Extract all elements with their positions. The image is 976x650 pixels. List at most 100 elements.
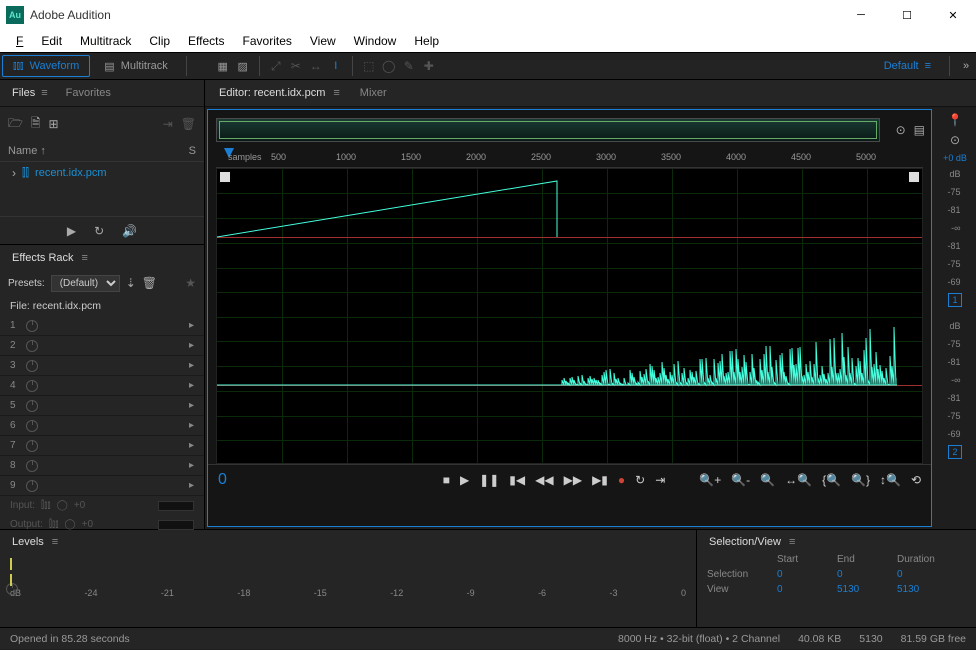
slot-power-icon[interactable] xyxy=(26,360,38,372)
preview-play-icon[interactable]: ▶ xyxy=(67,224,76,238)
tab-files[interactable]: Files≡ xyxy=(12,87,48,99)
view-start[interactable]: 0 xyxy=(777,584,837,595)
maximize-button[interactable]: ☐ xyxy=(884,0,930,30)
fx-slot-6[interactable]: 6▸ xyxy=(0,416,204,436)
multitrack-mode-button[interactable]: ▤ Multitrack xyxy=(94,55,177,77)
forward-button[interactable]: ▶▶ xyxy=(564,473,582,487)
time-select-tool-icon[interactable]: I xyxy=(326,56,346,76)
zoom-full-icon[interactable]: 🔍 xyxy=(760,473,775,487)
pause-button[interactable]: ❚❚ xyxy=(479,473,499,487)
rewind-button[interactable]: ◀◀ xyxy=(535,473,553,487)
record-button[interactable]: ● xyxy=(618,473,625,487)
menu-clip[interactable]: Clip xyxy=(141,32,178,50)
import-icon[interactable]: 🗎 xyxy=(31,114,41,135)
delete-preset-icon[interactable]: 🗑 xyxy=(142,276,157,290)
file-row[interactable]: › ⫿⫿ recent.idx.pcm xyxy=(0,162,204,184)
slot-power-icon[interactable] xyxy=(26,340,38,352)
razor-tool-icon[interactable]: ✂ xyxy=(286,56,306,76)
waveform-mode-button[interactable]: ⫾⫾⫾ Waveform xyxy=(2,55,90,77)
trash-icon[interactable]: 🗑 xyxy=(181,117,196,131)
play-button[interactable]: ▶ xyxy=(460,473,469,487)
menu-view[interactable]: View xyxy=(302,32,344,50)
file-list-header[interactable]: Name ↑ S xyxy=(0,141,204,162)
zoom-out-point-icon[interactable]: 🔍} xyxy=(851,473,870,487)
new-asset-icon[interactable]: ⊞ xyxy=(49,117,59,131)
right-column: Editor: recent.idx.pcm≡ Mixer ⊙ ▤ sample… xyxy=(205,80,976,529)
zoom-in-point-icon[interactable]: {🔍 xyxy=(822,473,841,487)
overview-bar[interactable] xyxy=(216,118,880,142)
slot-power-icon[interactable] xyxy=(26,320,38,332)
spectral-freq-icon[interactable]: ▦ xyxy=(213,56,233,76)
save-preset-icon[interactable]: ⇣ xyxy=(126,276,136,290)
tab-mixer[interactable]: Mixer xyxy=(360,87,387,99)
lasso-tool-icon[interactable]: ◯ xyxy=(379,56,399,76)
minimize-button[interactable]: ─ xyxy=(838,0,884,30)
tab-favorites[interactable]: Favorites xyxy=(66,87,111,99)
skip-fwd-button[interactable]: ▶▮ xyxy=(592,473,608,487)
pin-icon[interactable]: 📍 xyxy=(948,113,963,127)
channel-2-badge[interactable]: 2 xyxy=(948,445,962,459)
insert-icon[interactable]: ⇥ xyxy=(163,117,173,131)
fx-slot-1[interactable]: 1▸ xyxy=(0,316,204,336)
output-knob-icon[interactable]: ◯ xyxy=(64,519,75,530)
preview-autoplay-icon[interactable]: 🔊 xyxy=(122,224,137,238)
loop-button[interactable]: ↻ xyxy=(635,473,645,487)
stop-button[interactable]: ■ xyxy=(443,473,450,487)
menu-edit[interactable]: Edit xyxy=(33,32,70,50)
zoom-in-icon[interactable]: 🔍+ xyxy=(699,473,721,487)
toolbar-overflow-icon[interactable]: » xyxy=(956,60,976,72)
slot-power-icon[interactable] xyxy=(26,460,38,472)
view-end[interactable]: 5130 xyxy=(837,584,897,595)
move-tool-icon[interactable]: ⤢ xyxy=(266,56,286,76)
input-knob-icon[interactable]: ◯ xyxy=(57,500,68,511)
sel-dur[interactable]: 0 xyxy=(897,569,957,580)
favorite-icon[interactable]: ★ xyxy=(185,276,196,290)
menu-help[interactable]: Help xyxy=(406,32,447,50)
channel-1-badge[interactable]: 1 xyxy=(948,293,962,307)
fx-slot-2[interactable]: 2▸ xyxy=(0,336,204,356)
slot-power-icon[interactable] xyxy=(26,440,38,452)
zoom-reset-icon[interactable]: ⟲ xyxy=(911,473,921,487)
workspace-selector[interactable]: Default≡ xyxy=(872,60,943,72)
close-button[interactable]: ✕ xyxy=(930,0,976,30)
hud-icon[interactable]: ⊙ xyxy=(950,133,960,147)
preset-select[interactable]: (Default) xyxy=(51,275,120,292)
slip-tool-icon[interactable]: ↔ xyxy=(306,56,326,76)
fx-slot-7[interactable]: 7▸ xyxy=(0,436,204,456)
tab-editor[interactable]: Editor: recent.idx.pcm≡ xyxy=(219,87,340,99)
slot-power-icon[interactable] xyxy=(26,480,38,492)
marquee-tool-icon[interactable]: ⬚ xyxy=(359,56,379,76)
heal-tool-icon[interactable]: ✚ xyxy=(419,56,439,76)
fx-slot-4[interactable]: 4▸ xyxy=(0,376,204,396)
preview-loop-icon[interactable]: ↻ xyxy=(94,224,104,238)
fx-slot-5[interactable]: 5▸ xyxy=(0,396,204,416)
skip-back-button[interactable]: ▮◀ xyxy=(509,473,525,487)
sel-start[interactable]: 0 xyxy=(777,569,837,580)
waveform-editor[interactable]: ⊙ ▤ samples50010001500200025003000350040… xyxy=(207,109,932,527)
slot-power-icon[interactable] xyxy=(26,380,38,392)
zoom-overview-icon[interactable]: ⊙ xyxy=(896,123,906,137)
sel-end[interactable]: 0 xyxy=(837,569,897,580)
slot-power-icon[interactable] xyxy=(26,400,38,412)
open-file-icon[interactable]: 🗁 xyxy=(8,114,23,135)
fx-slot-8[interactable]: 8▸ xyxy=(0,456,204,476)
slot-power-icon[interactable] xyxy=(26,420,38,432)
zoom-out-icon[interactable]: 🔍- xyxy=(731,473,750,487)
waveform-canvas[interactable] xyxy=(216,168,923,464)
channels-icon[interactable]: ▤ xyxy=(914,123,925,137)
menu-multitrack[interactable]: Multitrack xyxy=(72,32,139,50)
spectral-pitch-icon[interactable]: ▨ xyxy=(233,56,253,76)
zoom-sel-icon[interactable]: ↔🔍 xyxy=(785,473,812,487)
view-dur[interactable]: 5130 xyxy=(897,584,957,595)
output-meter xyxy=(158,520,194,530)
fx-slot-9[interactable]: 9▸ xyxy=(0,476,204,496)
menu-favorites[interactable]: Favorites xyxy=(235,32,300,50)
menu-effects[interactable]: Effects xyxy=(180,32,232,50)
menu-file[interactable]: F xyxy=(8,32,31,50)
fx-slot-3[interactable]: 3▸ xyxy=(0,356,204,376)
zoom-v-icon[interactable]: ↕🔍 xyxy=(880,473,901,487)
brush-tool-icon[interactable]: ✎ xyxy=(399,56,419,76)
time-ruler[interactable]: samples500100015002000250030003500400045… xyxy=(216,150,923,168)
skip-selection-icon[interactable]: ⇥ xyxy=(655,473,665,487)
menu-window[interactable]: Window xyxy=(346,32,405,50)
